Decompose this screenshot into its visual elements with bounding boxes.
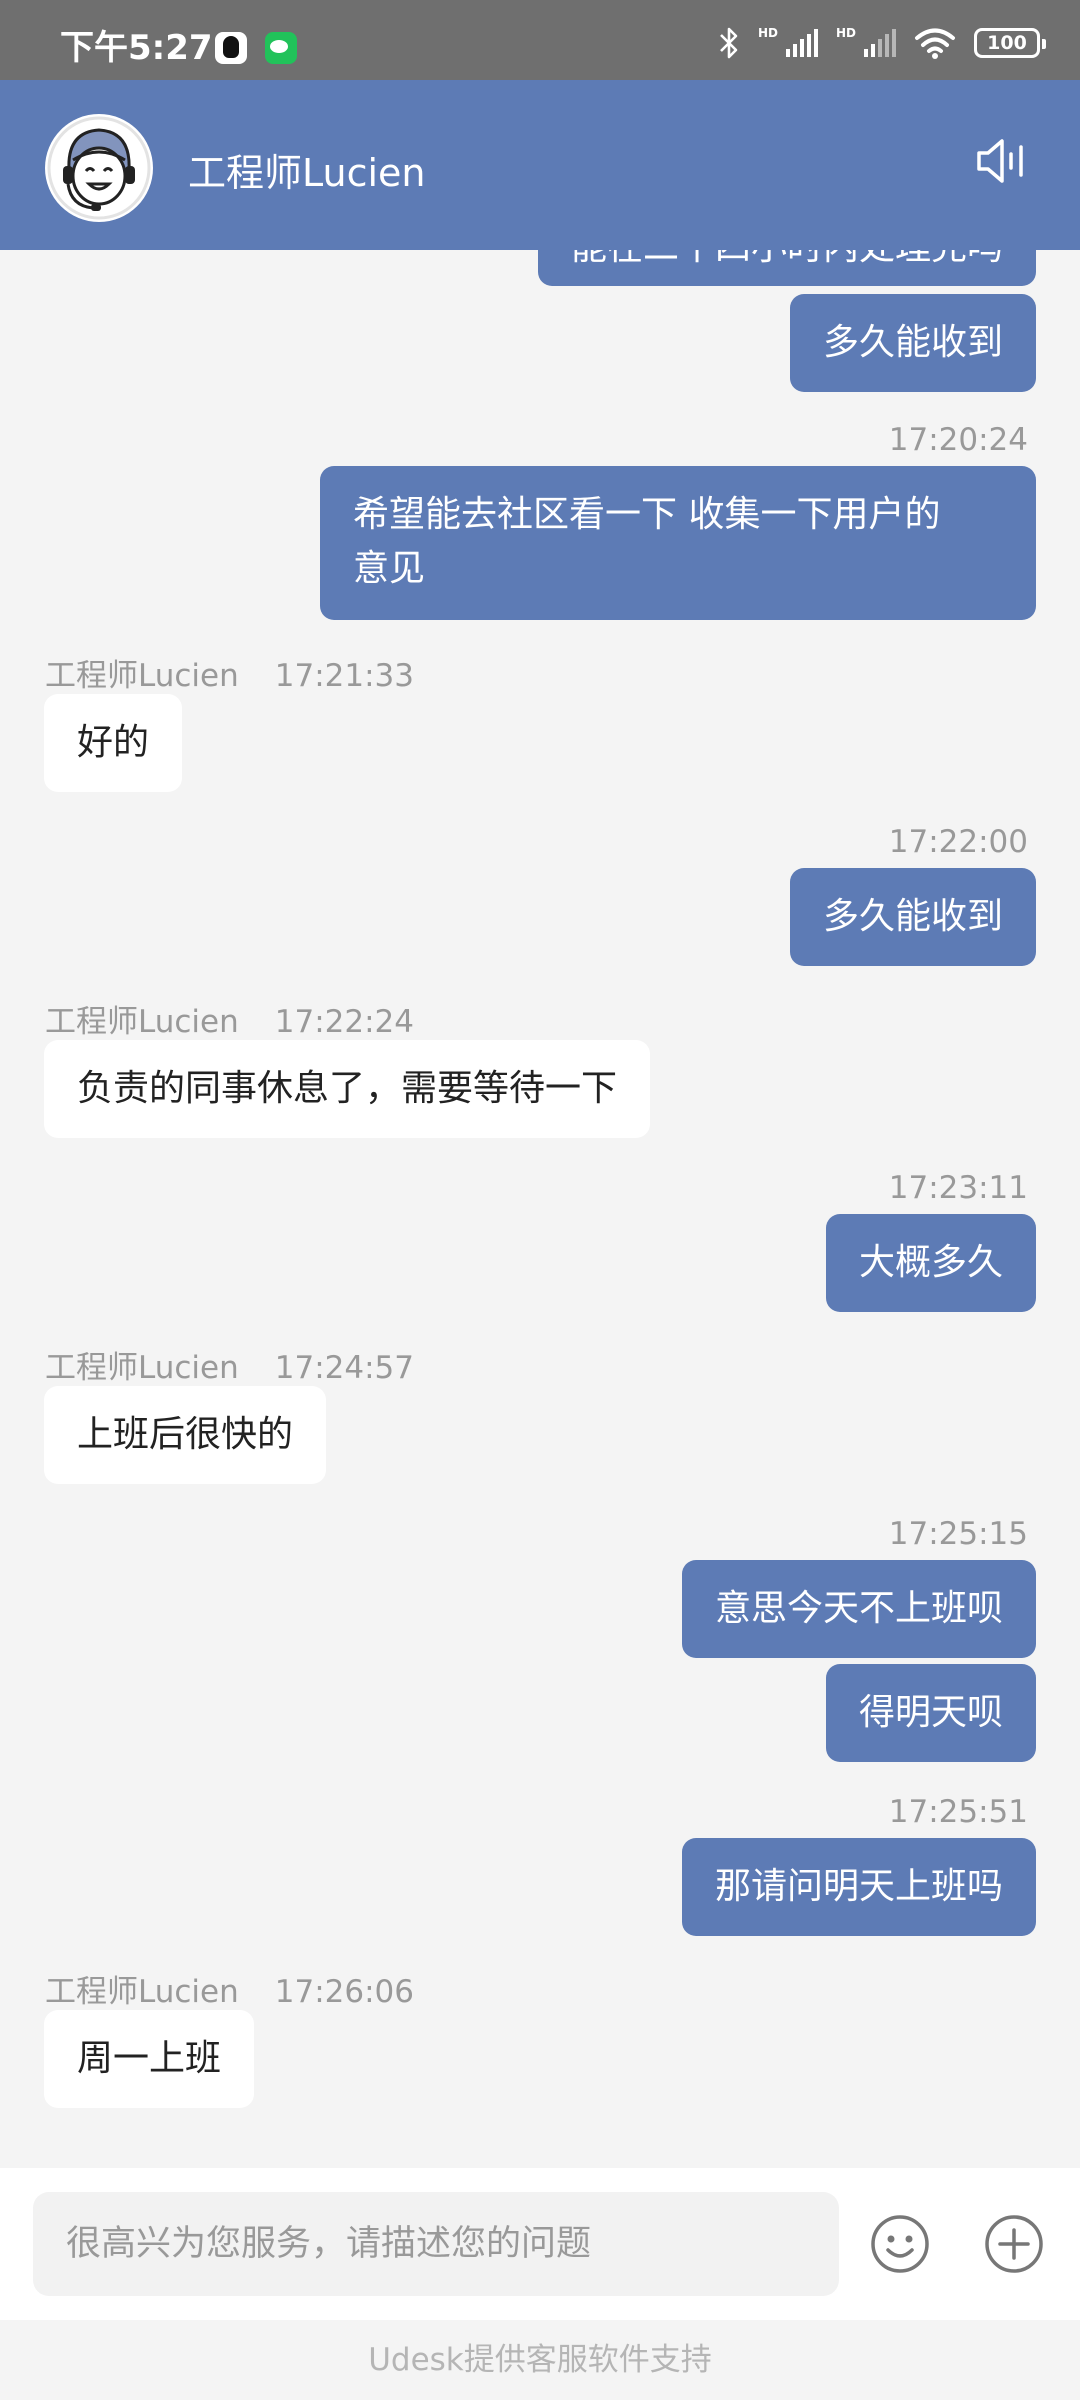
battery-icon: 100 [974,28,1046,58]
qq-icon [215,32,247,64]
input-bar [0,2168,1080,2320]
agent-meta: 工程师Lucien 17:26:06 [45,1966,414,2011]
signal-icon [785,29,818,57]
add-icon[interactable] [982,2212,1046,2276]
message-line: 希望能去社区看一下 收集一下用户的 [353,494,941,535]
chat-messages[interactable]: 能在二十四小时内处理完吗 多久能收到 17:20:24 希望能去社区看一下 收集… [0,250,1080,2168]
outgoing-message[interactable]: 得明天呗 [825,1664,1036,1762]
outgoing-message[interactable]: 多久能收到 [789,294,1036,392]
agent-name: 工程师Lucien [45,1350,239,1386]
agent-meta: 工程师Lucien 17:22:24 [45,996,414,1041]
hd-label: HD [757,26,778,40]
incoming-message[interactable]: 好的 [44,694,183,792]
outgoing-message[interactable]: 希望能去社区看一下 收集一下用户的 意见 [320,466,1036,620]
message-timestamp: 17:26:06 [274,1974,414,2010]
agent-name: 工程师Lucien [45,1974,239,2010]
chat-header: 工程师Lucien [0,80,1080,250]
message-line: 意见 [353,548,426,589]
message-timestamp: 17:20:24 [888,422,1028,458]
message-timestamp: 17:23:11 [888,1170,1028,1206]
hd-label: HD [835,26,856,40]
outgoing-message[interactable]: 那请问明天上班吗 [681,1838,1036,1936]
powered-by-footer: Udesk提供客服软件支持 [0,2320,1080,2400]
message-timestamp: 17:22:00 [888,824,1028,860]
signal-icon [864,29,896,57]
message-input[interactable] [33,2192,839,2296]
agent-meta: 工程师Lucien 17:21:33 [45,650,414,695]
message-timestamp: 17:22:24 [274,1004,414,1040]
message-timestamp: 17:21:33 [274,658,414,694]
status-time: 下午5:27 [60,28,213,68]
speaker-icon[interactable] [976,138,1026,184]
wifi-icon [915,28,955,59]
status-bar: 下午5:27 HD HD 100 [0,0,1080,80]
message-timestamp: 17:25:51 [888,1794,1028,1830]
incoming-message[interactable]: 周一上班 [44,2010,255,2108]
agent-meta: 工程师Lucien 17:24:57 [45,1342,414,1387]
wechat-icon [265,32,297,64]
agent-name: 工程师Lucien [45,658,239,694]
incoming-message[interactable]: 负责的同事休息了，需要等待一下 [44,1040,651,1138]
outgoing-message[interactable]: 意思今天不上班呗 [681,1560,1036,1658]
message-timestamp: 17:25:15 [888,1516,1028,1552]
agent-avatar[interactable] [45,114,153,222]
outgoing-message[interactable]: 多久能收到 [789,868,1036,966]
bluetooth-icon [720,27,738,59]
message-timestamp: 17:24:57 [274,1350,414,1386]
agent-avatar-icon [47,116,151,220]
emoji-icon[interactable] [868,2212,932,2276]
agent-name: 工程师Lucien [45,1004,239,1040]
outgoing-message[interactable]: 能在二十四小时内处理完吗 [537,250,1036,286]
agent-name-title: 工程师Lucien [188,151,426,195]
incoming-message[interactable]: 上班后很快的 [44,1386,327,1484]
outgoing-message[interactable]: 大概多久 [825,1214,1036,1312]
